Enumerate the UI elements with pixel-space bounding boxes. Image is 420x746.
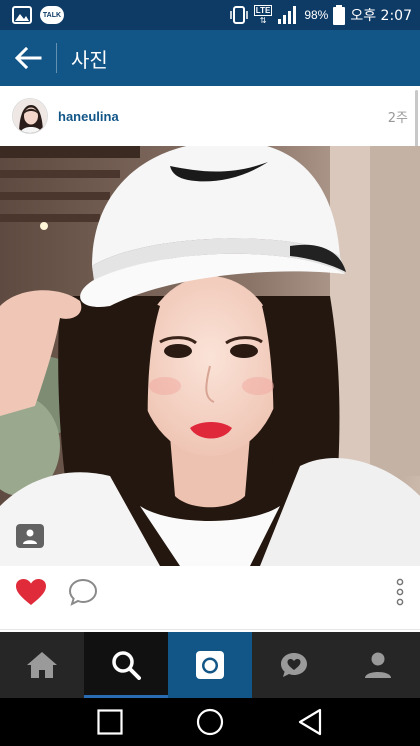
home-circle-icon bbox=[196, 708, 224, 736]
like-button[interactable] bbox=[14, 575, 48, 609]
tab-search[interactable] bbox=[84, 632, 168, 698]
data-arrows-icon: ⇅ bbox=[259, 16, 267, 25]
profile-icon bbox=[365, 652, 391, 678]
tab-profile[interactable] bbox=[336, 632, 420, 698]
network-type: LTE bbox=[253, 5, 273, 16]
post-actions bbox=[0, 566, 420, 618]
lte-indicator: LTE ⇅ bbox=[253, 5, 273, 25]
home-nav-button[interactable] bbox=[190, 702, 230, 742]
avatar-image bbox=[13, 99, 47, 133]
recent-apps-button[interactable] bbox=[90, 702, 130, 742]
person-tag-icon bbox=[23, 529, 37, 544]
battery-percent: 98% bbox=[304, 8, 329, 22]
post-header: haneulina 2주 bbox=[0, 86, 420, 146]
page-title: 사진 bbox=[71, 47, 108, 72]
post-photo[interactable] bbox=[0, 146, 420, 566]
selfie-image bbox=[0, 146, 420, 566]
camera-icon bbox=[196, 651, 224, 679]
heart-icon bbox=[16, 579, 46, 605]
tagged-people-button[interactable] bbox=[16, 524, 44, 548]
talk-badge-label: TALK bbox=[42, 11, 62, 19]
system-nav-bar bbox=[0, 698, 420, 746]
notification-icons: TALK bbox=[0, 6, 64, 24]
avatar[interactable] bbox=[12, 98, 48, 134]
action-bar: 사진 bbox=[0, 30, 420, 86]
recent-apps-icon bbox=[97, 709, 123, 735]
more-options-button[interactable] bbox=[390, 575, 410, 609]
divider bbox=[0, 629, 420, 630]
system-indicators: LTE ⇅ 98% 오후 2:07 bbox=[229, 5, 420, 25]
signal-icon bbox=[278, 6, 297, 24]
back-arrow-icon bbox=[14, 47, 42, 69]
home-icon bbox=[27, 652, 57, 678]
comment-bubble-icon bbox=[68, 578, 98, 606]
tab-home[interactable] bbox=[0, 632, 84, 698]
back-nav-button[interactable] bbox=[290, 702, 330, 742]
bottom-tab-bar bbox=[0, 632, 420, 698]
scrollbar[interactable] bbox=[415, 90, 418, 150]
search-icon bbox=[112, 651, 141, 680]
tab-activity[interactable] bbox=[252, 632, 336, 698]
post-username[interactable]: haneulina bbox=[58, 109, 119, 124]
back-triangle-icon bbox=[298, 708, 322, 736]
clock: 오후 2:07 bbox=[350, 8, 412, 24]
battery-icon bbox=[333, 5, 346, 25]
more-vertical-icon bbox=[396, 578, 404, 606]
status-bar: TALK LTE ⇅ 98% 오후 2:07 bbox=[0, 0, 420, 30]
post-timestamp: 2주 bbox=[387, 110, 408, 126]
kakaotalk-notification-icon: TALK bbox=[40, 6, 64, 24]
activity-heart-icon bbox=[281, 653, 307, 677]
tab-camera[interactable] bbox=[168, 632, 252, 698]
action-bar-divider bbox=[56, 43, 57, 73]
back-button[interactable] bbox=[0, 30, 56, 86]
comment-button[interactable] bbox=[66, 575, 100, 609]
gallery-notification-icon bbox=[12, 6, 32, 24]
vibrate-icon bbox=[230, 6, 248, 24]
